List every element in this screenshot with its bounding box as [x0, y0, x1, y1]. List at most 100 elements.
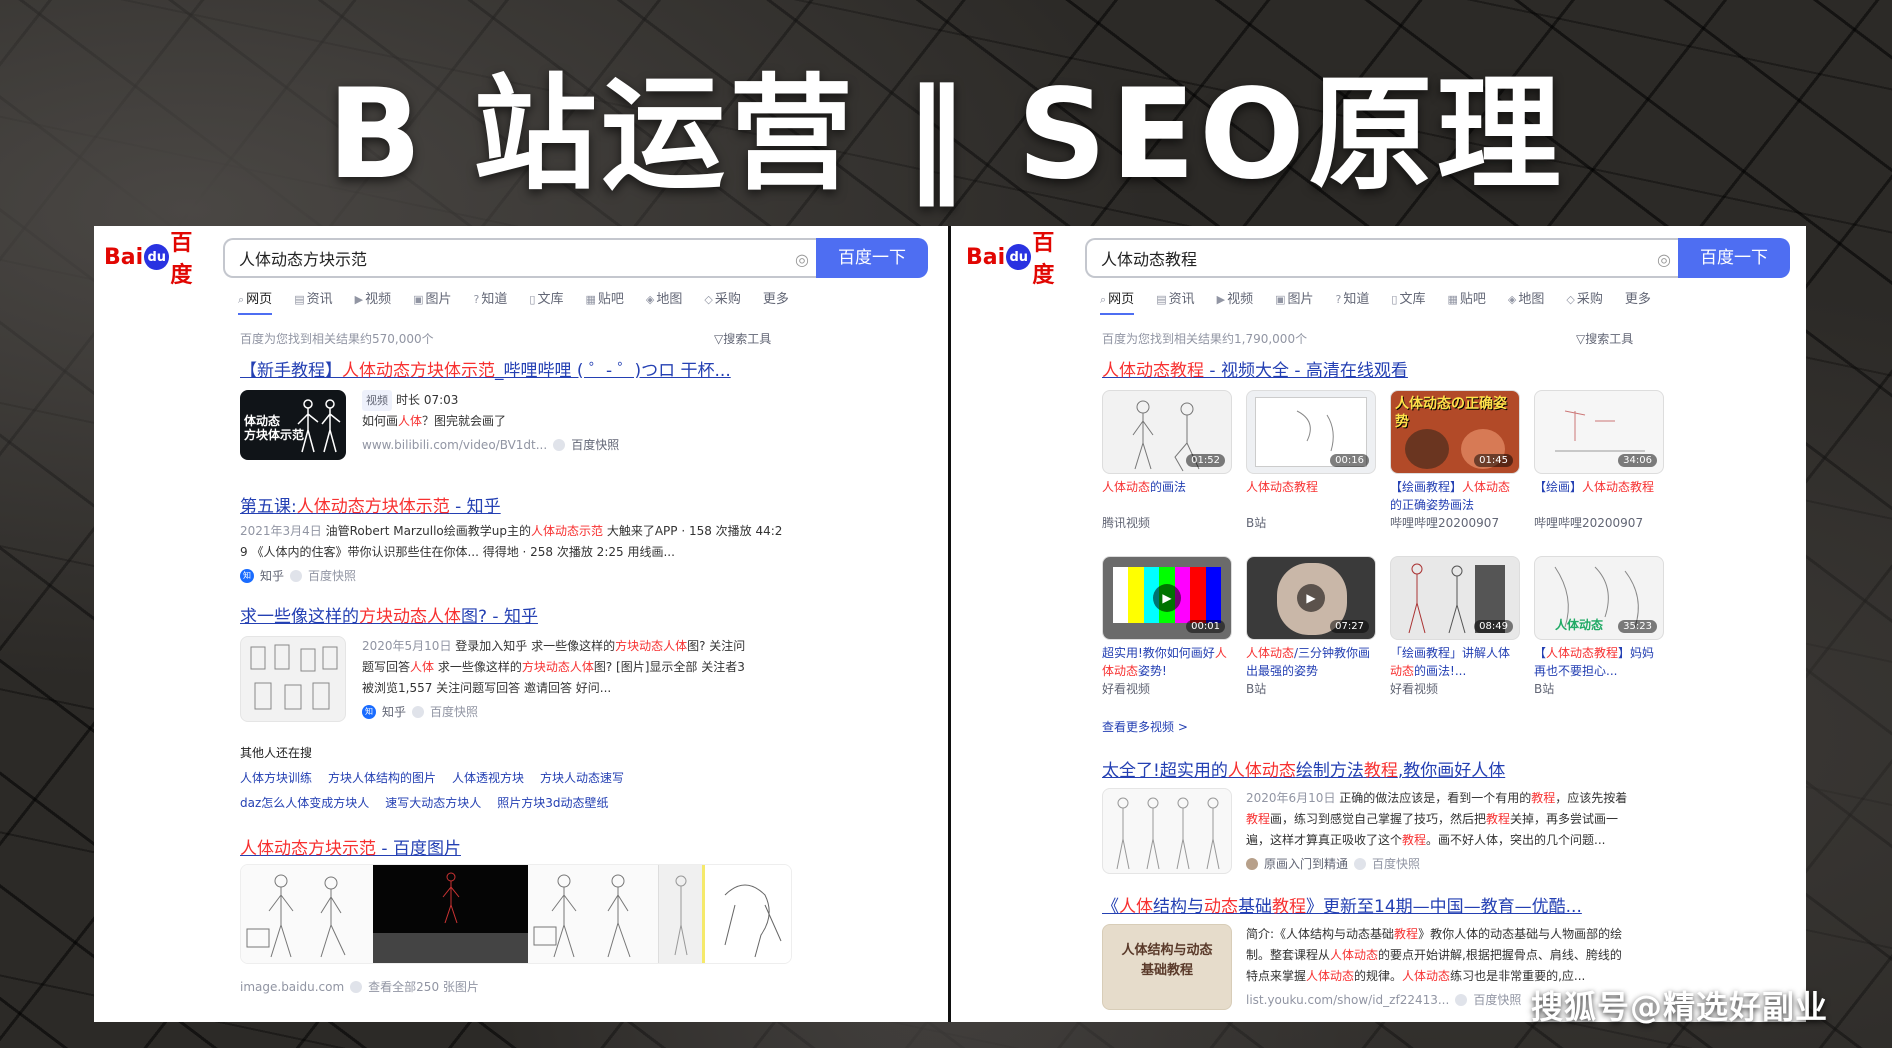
question-icon: ?: [1335, 293, 1342, 306]
baidu-logo[interactable]: Bai du 百度: [104, 231, 210, 288]
result-title[interactable]: 求一些像这样的方块动态人体图? - 知乎: [240, 602, 860, 627]
video-thumb: 34:06: [1534, 390, 1664, 474]
snapshot-link[interactable]: 百度快照: [308, 567, 356, 584]
filter-icon: ▽: [1576, 332, 1586, 346]
result-title[interactable]: 《人体结构与动态基础教程》更新至14期—中国—教育—优酷...: [1102, 892, 1722, 917]
play-icon: ▶: [1153, 584, 1181, 612]
tab-map[interactable]: ◈ 地图: [1508, 288, 1544, 315]
tieba-icon: ▦: [585, 293, 596, 306]
page-title: B 站运营 ‖ SEO原理: [327, 63, 1565, 207]
search-tools[interactable]: ▽搜索工具: [714, 330, 771, 347]
tab-purchase[interactable]: ◇ 采购: [704, 288, 740, 315]
tab-news[interactable]: ▤ 资讯: [1156, 288, 1194, 315]
video-icon: ▶: [1216, 293, 1226, 306]
search-box: ◎: [223, 238, 823, 278]
tab-image[interactable]: ▣ 图片: [413, 288, 451, 315]
tab-wenku[interactable]: ▯ 文库: [1391, 288, 1425, 315]
result-url[interactable]: list.youku.com/show/id_zf22413...: [1246, 993, 1449, 1007]
result-zhihu-2: 求一些像这样的方块动态人体图? - 知乎: [240, 602, 860, 627]
camera-icon[interactable]: ◎: [1657, 250, 1671, 269]
video-card[interactable]: 01:52 人体动态的画法 腾讯视频: [1102, 390, 1232, 531]
tab-web[interactable]: ⌕ 网页: [1100, 288, 1135, 315]
video-card[interactable]: 人体动态 35:23 【人体动态教程】妈妈再也不要担心... B站: [1534, 556, 1664, 697]
figure-drawing: [297, 399, 341, 453]
video-thumb: 人体动态の正确姿势 01:45: [1390, 390, 1520, 474]
tab-more[interactable]: 更多: [763, 288, 789, 315]
image-tile[interactable]: [241, 865, 373, 963]
snapshot-link[interactable]: 百度快照: [1372, 855, 1420, 872]
video-card[interactable]: 34:06 【绘画】人体动态教程 哔哩哔哩20200907: [1534, 390, 1664, 531]
course-thumbnail[interactable]: 人体结构与动态 基础教程: [1102, 924, 1232, 1010]
video-thumbnail[interactable]: 体动态 方块体示范: [240, 390, 346, 460]
shield-icon: [290, 569, 303, 582]
snapshot-link[interactable]: 百度快照: [1473, 991, 1521, 1008]
tab-video[interactable]: ▶ 视频: [355, 288, 391, 315]
article-thumbnail[interactable]: [1102, 788, 1232, 874]
search-tools[interactable]: ▽搜索工具: [1576, 330, 1633, 347]
search-input[interactable]: [225, 240, 823, 276]
result-title[interactable]: 第五课:人体动态方块体示范 - 知乎: [240, 492, 860, 517]
images-footer: image.baidu.com 查看全部250 张图片: [240, 978, 479, 995]
result-url[interactable]: www.bilibili.com/video/BV1dt...: [362, 438, 547, 452]
shield-icon: [350, 980, 363, 993]
result-title[interactable]: 人体动态方块示范 - 百度图片: [240, 834, 860, 859]
image-tile[interactable]: [528, 865, 658, 963]
video-card[interactable]: 人体动态の正确姿势 01:45 【绘画教程】人体动态的正确姿势画法 哔哩哔哩20…: [1390, 390, 1520, 531]
baidu-logo[interactable]: Bai du 百度: [966, 231, 1072, 288]
tab-tieba[interactable]: ▦ 贴吧: [585, 288, 623, 315]
tab-purchase[interactable]: ◇ 采购: [1566, 288, 1602, 315]
video-thumb: 01:52: [1102, 390, 1232, 474]
more-videos-link[interactable]: 查看更多视频 >: [1102, 718, 1188, 735]
search-input[interactable]: [1087, 240, 1685, 276]
snapshot-link[interactable]: 百度快照: [430, 703, 478, 720]
video-thumb: 00:16: [1246, 390, 1376, 474]
related-link[interactable]: 照片方块3d动态壁纸: [497, 794, 608, 811]
result-url[interactable]: image.baidu.com: [240, 980, 344, 994]
tab-news[interactable]: ▤ 资讯: [294, 288, 332, 315]
map-icon: ◈: [1507, 293, 1517, 306]
video-card[interactable]: 08:49 「绘画教程」讲解人体动态的画法!... 好看视频: [1390, 556, 1520, 697]
video-grid-row-1: 01:52 人体动态的画法 腾讯视频 00:16 人体动态教程 B站 人体动态の…: [1102, 390, 1664, 531]
search-button[interactable]: 百度一下: [816, 238, 928, 278]
snapshot-link[interactable]: 百度快照: [571, 436, 619, 453]
result-title[interactable]: 【新手教程】人体动态方块体示范_哔哩哔哩 ( ゜- ゜)つロ 干杯...: [240, 356, 860, 381]
image-tile[interactable]: [658, 865, 702, 963]
video-card[interactable]: ▶ 07:27 人体动态/三分钟教你画出最强的姿势 B站: [1246, 556, 1376, 697]
image-tile[interactable]: [702, 865, 791, 963]
baidu-paw-icon: du: [144, 244, 170, 270]
video-card[interactable]: 00:16 人体动态教程 B站: [1246, 390, 1376, 531]
tab-tieba[interactable]: ▦ 贴吧: [1447, 288, 1485, 315]
result-count: 百度为您找到相关结果约1,790,000个: [1102, 332, 1308, 346]
related-link[interactable]: daz怎么人体变成方块人: [240, 794, 369, 811]
video-card[interactable]: ▶ 00:01 超实用!教你如何画好人体动态姿势! 好看视频: [1102, 556, 1232, 697]
result-article-body: 2020年6月10日 正确的做法应该是，看到一个有用的教程，应该先按着 教程画，…: [1246, 791, 1628, 872]
related-link[interactable]: 速写大动态方块人: [385, 794, 481, 811]
tab-more[interactable]: 更多: [1625, 288, 1651, 315]
tab-web[interactable]: ⌕ 网页: [238, 288, 273, 315]
result-baidu-images: 人体动态方块示范 - 百度图片: [240, 834, 860, 859]
result-youku: 《人体结构与动态基础教程》更新至14期—中国—教育—优酷...: [1102, 892, 1722, 917]
tab-video[interactable]: ▶ 视频: [1217, 288, 1253, 315]
tab-map[interactable]: ◈ 地图: [646, 288, 682, 315]
shield-icon: [553, 438, 566, 451]
result-title[interactable]: 人体动态教程 - 视频大全 - 高清在线观看: [1102, 356, 1722, 381]
tab-image[interactable]: ▣ 图片: [1275, 288, 1313, 315]
tab-zhidao[interactable]: ? 知道: [1336, 288, 1370, 315]
camera-icon[interactable]: ◎: [795, 250, 809, 269]
view-all-images[interactable]: 查看全部250 张图片: [368, 978, 479, 995]
tab-wenku[interactable]: ▯ 文库: [529, 288, 563, 315]
result-title[interactable]: 太全了!超实用的人体动态绘制方法教程,教你画好人体: [1102, 756, 1722, 781]
tab-zhidao[interactable]: ? 知道: [474, 288, 508, 315]
image-icon: ▣: [413, 293, 424, 306]
related-link[interactable]: 人体方块训练: [240, 769, 312, 786]
related-link[interactable]: 人体透视方块: [452, 769, 524, 786]
search-icon: ⌕: [238, 293, 245, 306]
map-icon: ◈: [645, 293, 655, 306]
related-link[interactable]: 方块人动态速写: [540, 769, 624, 786]
image-tile[interactable]: [373, 865, 528, 963]
sketch-thumbnail[interactable]: [240, 636, 346, 722]
related-link[interactable]: 方块人体结构的图片: [328, 769, 436, 786]
result-zhihu-1: 第五课:人体动态方块体示范 - 知乎 2021年3月4日 油管Robert Ma…: [240, 492, 860, 584]
cart-icon: ◇: [1566, 293, 1575, 306]
search-button[interactable]: 百度一下: [1678, 238, 1790, 278]
